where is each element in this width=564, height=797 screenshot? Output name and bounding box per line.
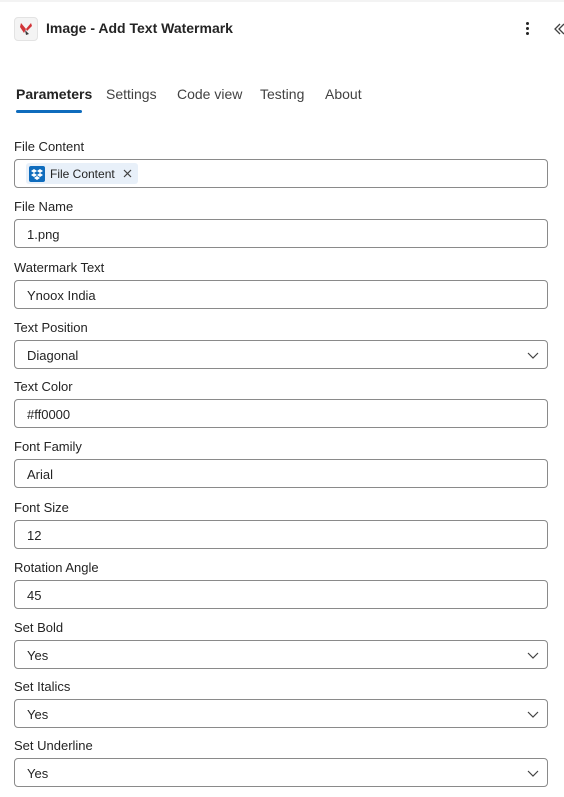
text-position-value: Diagonal [27, 348, 79, 363]
chevron-down-icon [527, 711, 539, 718]
tab-code-view[interactable]: Code view [177, 84, 242, 104]
font-family-value: Arial [27, 467, 54, 482]
active-tab-indicator [16, 110, 82, 113]
tab-settings[interactable]: Settings [106, 84, 157, 104]
file-content-label: File Content [14, 139, 85, 154]
set-underline-value: Yes [27, 766, 49, 781]
chevron-down-icon [527, 652, 539, 659]
set-bold-label: Set Bold [14, 620, 64, 635]
font-family-label: Font Family [14, 439, 82, 454]
rotation-angle-field[interactable]: 45 [14, 580, 548, 609]
file-name-value: 1.png [27, 227, 60, 242]
file-content-token[interactable]: File Content [26, 163, 138, 184]
more-options-button[interactable] [519, 19, 537, 39]
connector-logo-icon [14, 17, 38, 41]
rotation-angle-value: 45 [27, 588, 42, 603]
set-italics-value: Yes [27, 707, 49, 722]
set-bold-dropdown[interactable]: Yes [14, 640, 548, 669]
chevron-down-icon [527, 352, 539, 359]
remove-token-icon[interactable] [123, 169, 132, 178]
chevron-down-icon [527, 770, 539, 777]
tab-testing[interactable]: Testing [260, 84, 304, 104]
text-position-label: Text Position [14, 320, 88, 335]
text-color-value: #ff0000 [27, 407, 71, 422]
file-name-label: File Name [14, 199, 74, 214]
panel-header: Image - Add Text Watermark [0, 0, 564, 60]
font-family-field[interactable]: Arial [14, 459, 548, 488]
font-size-label: Font Size [14, 500, 69, 515]
tab-parameters[interactable]: Parameters [16, 84, 92, 104]
watermark-text-value: Ynoox India [27, 288, 96, 303]
watermark-text-label: Watermark Text [14, 260, 105, 275]
file-content-field[interactable]: File Content [14, 159, 548, 188]
collapse-panel-icon[interactable] [552, 20, 564, 38]
text-color-label: Text Color [14, 379, 73, 394]
text-color-field[interactable]: #ff0000 [14, 399, 548, 428]
token-label: File Content [50, 166, 115, 181]
set-bold-value: Yes [27, 648, 49, 663]
text-position-dropdown[interactable]: Diagonal [14, 340, 548, 369]
watermark-text-field[interactable]: Ynoox India [14, 280, 548, 309]
set-italics-label: Set Italics [14, 679, 71, 694]
file-name-field[interactable]: 1.png [14, 219, 548, 248]
set-underline-label: Set Underline [14, 738, 93, 753]
set-italics-dropdown[interactable]: Yes [14, 699, 548, 728]
set-underline-dropdown[interactable]: Yes [14, 758, 548, 787]
dropbox-icon [29, 165, 45, 182]
tab-bar: Parameters Settings Code view Testing Ab… [0, 84, 564, 118]
font-size-field[interactable]: 12 [14, 520, 548, 549]
font-size-value: 12 [27, 528, 42, 543]
page-title: Image - Add Text Watermark [46, 20, 233, 36]
rotation-angle-label: Rotation Angle [14, 560, 99, 575]
tab-about[interactable]: About [325, 84, 362, 104]
